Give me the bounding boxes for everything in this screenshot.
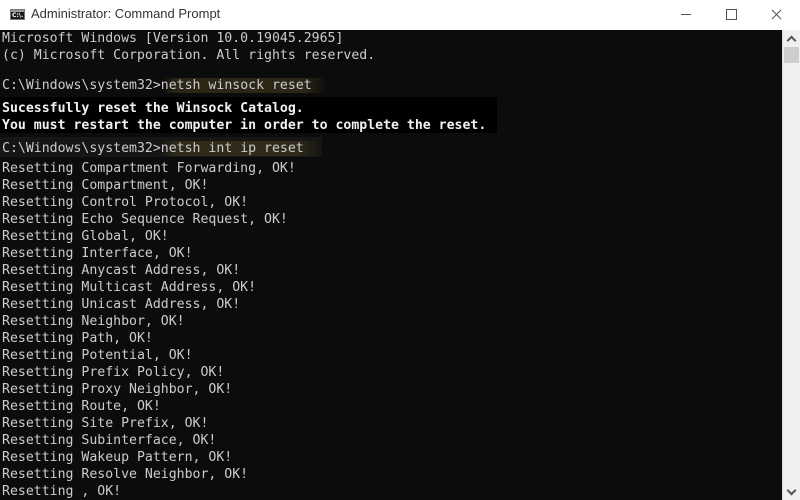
chevron-up-icon [786, 35, 797, 46]
output-line: Resetting Potential, OK! [2, 348, 193, 363]
output-line: Resetting Global, OK! [2, 229, 169, 244]
console-output[interactable]: Microsoft Windows [Version 10.0.19045.29… [0, 30, 782, 500]
output-line: Resetting Resolve Neighbor, OK! [2, 467, 249, 482]
output-line: Resetting Unicast Address, OK! [2, 297, 241, 312]
maximize-button[interactable] [708, 0, 754, 30]
output-line: Resetting , OK! [2, 484, 122, 499]
output-line: Resetting Compartment, OK! [2, 178, 209, 193]
maximize-icon [726, 9, 737, 20]
command-line: C:\Windows\system32>netsh int ip reset [2, 140, 320, 157]
output-line: Resetting Site Prefix, OK! [2, 416, 209, 431]
output-line: Resetting Multicast Address, OK! [2, 280, 257, 295]
output-line: Microsoft Windows [Version 10.0.19045.29… [2, 31, 344, 46]
command-line: C:\Windows\system32>netsh winsock reset [2, 77, 328, 94]
minimize-icon [681, 14, 691, 15]
window-title: Administrator: Command Prompt [31, 6, 221, 21]
output-line: Resetting Echo Sequence Request, OK! [2, 212, 288, 227]
output-line: Resetting Anycast Address, OK! [2, 263, 241, 278]
prompt-text: C:\Windows\system32> [2, 141, 161, 156]
output-line: Resetting Path, OK! [2, 331, 153, 346]
scroll-up-button[interactable] [783, 30, 800, 47]
close-button[interactable] [754, 0, 800, 30]
scroll-down-button[interactable] [783, 483, 800, 500]
output-line: Resetting Control Protocol, OK! [2, 195, 249, 210]
output-line: Resetting Subinterface, OK! [2, 433, 217, 448]
output-line: Resetting Prefix Policy, OK! [2, 365, 225, 380]
minimize-button[interactable] [662, 0, 708, 30]
chevron-down-icon [786, 485, 797, 496]
output-line: Resetting Route, OK! [2, 399, 161, 414]
output-line: Resetting Interface, OK! [2, 246, 193, 261]
output-line: Resetting Proxy Neighbor, OK! [2, 382, 233, 397]
vertical-scrollbar[interactable] [782, 30, 800, 500]
output-line: Resetting Neighbor, OK! [2, 314, 185, 329]
output-line: You must restart the computer in order t… [2, 118, 487, 133]
output-line: Resetting Wakeup Pattern, OK! [2, 450, 233, 465]
output-line: (c) Microsoft Corporation. All rights re… [2, 48, 376, 63]
scroll-thumb[interactable] [784, 47, 799, 63]
title-bar[interactable]: C:\. Administrator: Command Prompt [0, 0, 800, 31]
command-text: netsh winsock reset [160, 78, 328, 93]
command-text: netsh int ip reset [160, 141, 320, 156]
output-line: Sucessfully reset the Winsock Catalog. [2, 101, 304, 116]
output-line: Resetting Compartment Forwarding, OK! [2, 161, 296, 176]
prompt-text: C:\Windows\system32> [2, 78, 161, 93]
cmd-icon: C:\. [10, 9, 25, 20]
